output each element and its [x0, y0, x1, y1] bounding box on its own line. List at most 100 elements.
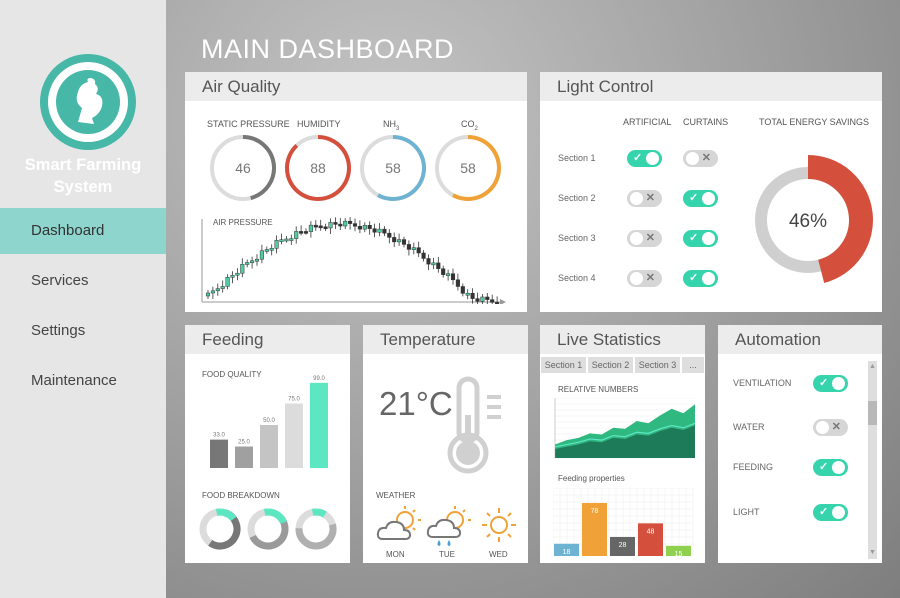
artificial-toggle[interactable]: ✕	[627, 190, 662, 207]
nav-settings[interactable]: Settings	[0, 308, 166, 354]
food-quality-bar	[210, 439, 228, 468]
candle-body	[348, 220, 353, 224]
candle-body	[357, 225, 362, 230]
feeding-property-bar-label: 15	[675, 551, 683, 558]
axis-arrow-icon	[500, 299, 506, 304]
gauge-value: 88	[310, 160, 326, 176]
food-breakdown-donut	[295, 508, 337, 550]
candle-body	[323, 226, 328, 230]
candle-body	[455, 279, 460, 287]
artificial-toggle[interactable]: ✓	[627, 150, 662, 167]
relative-numbers-chart	[554, 398, 696, 459]
automation-toggle[interactable]: ✓	[813, 504, 848, 521]
feeding-card: Feeding FOOD QUALITY 33.0 25.0 50.0 75.0 99.…	[185, 325, 350, 563]
candle-body	[328, 222, 333, 229]
tab-section-3[interactable]: Section 3	[635, 357, 680, 373]
candle-body	[490, 299, 495, 303]
gauge-2: 58	[360, 135, 426, 201]
nav-maintenance[interactable]: Maintenance	[0, 358, 166, 404]
check-icon: ✓	[689, 272, 699, 284]
candle-body	[269, 248, 274, 251]
candle-body	[465, 292, 470, 296]
light-section-label: Section 4	[558, 273, 596, 283]
candle-body	[294, 231, 299, 239]
gauge-0: 46	[210, 135, 276, 201]
food-breakdown-donut	[199, 508, 241, 550]
gauge-3: 58	[435, 135, 501, 201]
curtains-toggle[interactable]: ✕	[683, 150, 718, 167]
candle-body	[318, 225, 323, 229]
candle-body	[274, 240, 279, 249]
check-icon: ✓	[633, 152, 643, 164]
automation-label: WATER	[733, 422, 765, 432]
scroll-up-icon[interactable]: ▲	[868, 363, 877, 371]
automation-scrollbar[interactable]: ▲ ▼	[868, 361, 877, 559]
tab-section-1[interactable]: Section 1	[541, 357, 586, 373]
temperature-value: 21°C	[379, 385, 453, 422]
automation-toggle[interactable]: ✕	[813, 419, 848, 436]
food-quality-bar-label: 50.0	[263, 418, 275, 424]
partly-cloudy-icon	[376, 506, 421, 540]
curtains-toggle[interactable]: ✓	[683, 230, 718, 247]
candle-body	[441, 268, 446, 275]
candle-body	[279, 239, 284, 242]
scroll-down-icon[interactable]: ▼	[868, 549, 877, 557]
candle-body	[392, 237, 397, 243]
co2-label: CO2	[461, 119, 478, 132]
candle-body	[387, 232, 392, 238]
candle-body	[250, 260, 255, 264]
check-icon: ✓	[819, 377, 829, 389]
automation-toggle[interactable]: ✓	[813, 459, 848, 476]
food-quality-bar	[235, 446, 253, 468]
nav-services[interactable]: Services	[0, 258, 166, 304]
artificial-toggle[interactable]: ✕	[627, 270, 662, 287]
thermometer-icon	[447, 376, 501, 474]
candle-body	[308, 224, 313, 232]
artificial-toggle[interactable]: ✕	[627, 230, 662, 247]
toggle-knob	[702, 272, 715, 285]
nav-dashboard[interactable]: Dashboard	[0, 208, 166, 254]
light-section-label: Section 1	[558, 153, 596, 163]
food-quality-bar-label: 25.0	[238, 440, 250, 446]
static-pressure-label: STATIC PRESSURE	[207, 119, 290, 129]
scrollbar-thumb[interactable]	[868, 401, 877, 425]
tab-section-2[interactable]: Section 2	[588, 357, 633, 373]
feeding-property-bar-label: 28	[619, 542, 627, 549]
curtains-toggle[interactable]: ✓	[683, 270, 718, 287]
candle-body	[362, 225, 367, 230]
automation-title: Automation	[718, 325, 882, 354]
toggle-knob	[832, 506, 845, 519]
candle-body	[426, 258, 431, 265]
candle-body	[411, 247, 416, 250]
air-quality-gauges: 46 88 58 58	[210, 135, 501, 201]
automation-toggle[interactable]: ✓	[813, 375, 848, 392]
curtains-toggle[interactable]: ✓	[683, 190, 718, 207]
humidity-label: HUMIDITY	[297, 119, 341, 129]
candle-body	[446, 273, 451, 276]
feeding-property-bar-label: 48	[647, 528, 655, 535]
candle-body	[289, 238, 294, 241]
feeding-property-bar-label: 78	[591, 508, 599, 515]
candle-body	[382, 228, 387, 234]
gauge-value: 58	[460, 160, 476, 176]
food-quality-bar	[260, 425, 278, 468]
check-icon: ✓	[819, 461, 829, 473]
food-quality-bar-label: 75.0	[288, 397, 300, 403]
candle-body	[450, 273, 456, 281]
candle-body	[367, 225, 372, 229]
feeding-properties-chart: 18 78 28 48 15	[553, 488, 694, 558]
feeding-property-bar-label: 18	[563, 549, 571, 556]
candle-body	[245, 262, 250, 265]
candle-body	[215, 288, 220, 292]
toggle-knob	[630, 232, 643, 245]
temperature-card: Temperature 21°C WEATHER MON TUE WED	[363, 325, 528, 563]
candle-body	[436, 262, 441, 269]
candle-body	[220, 286, 225, 289]
gauge-1: 88	[285, 135, 351, 201]
tab-more[interactable]: ...	[682, 357, 704, 373]
candle-body	[431, 262, 436, 266]
food-breakdown-chart	[199, 508, 337, 550]
energy-savings-label: TOTAL ENERGY SAVINGS	[759, 117, 870, 127]
toggle-knob	[832, 461, 845, 474]
close-icon: ✕	[831, 421, 841, 433]
